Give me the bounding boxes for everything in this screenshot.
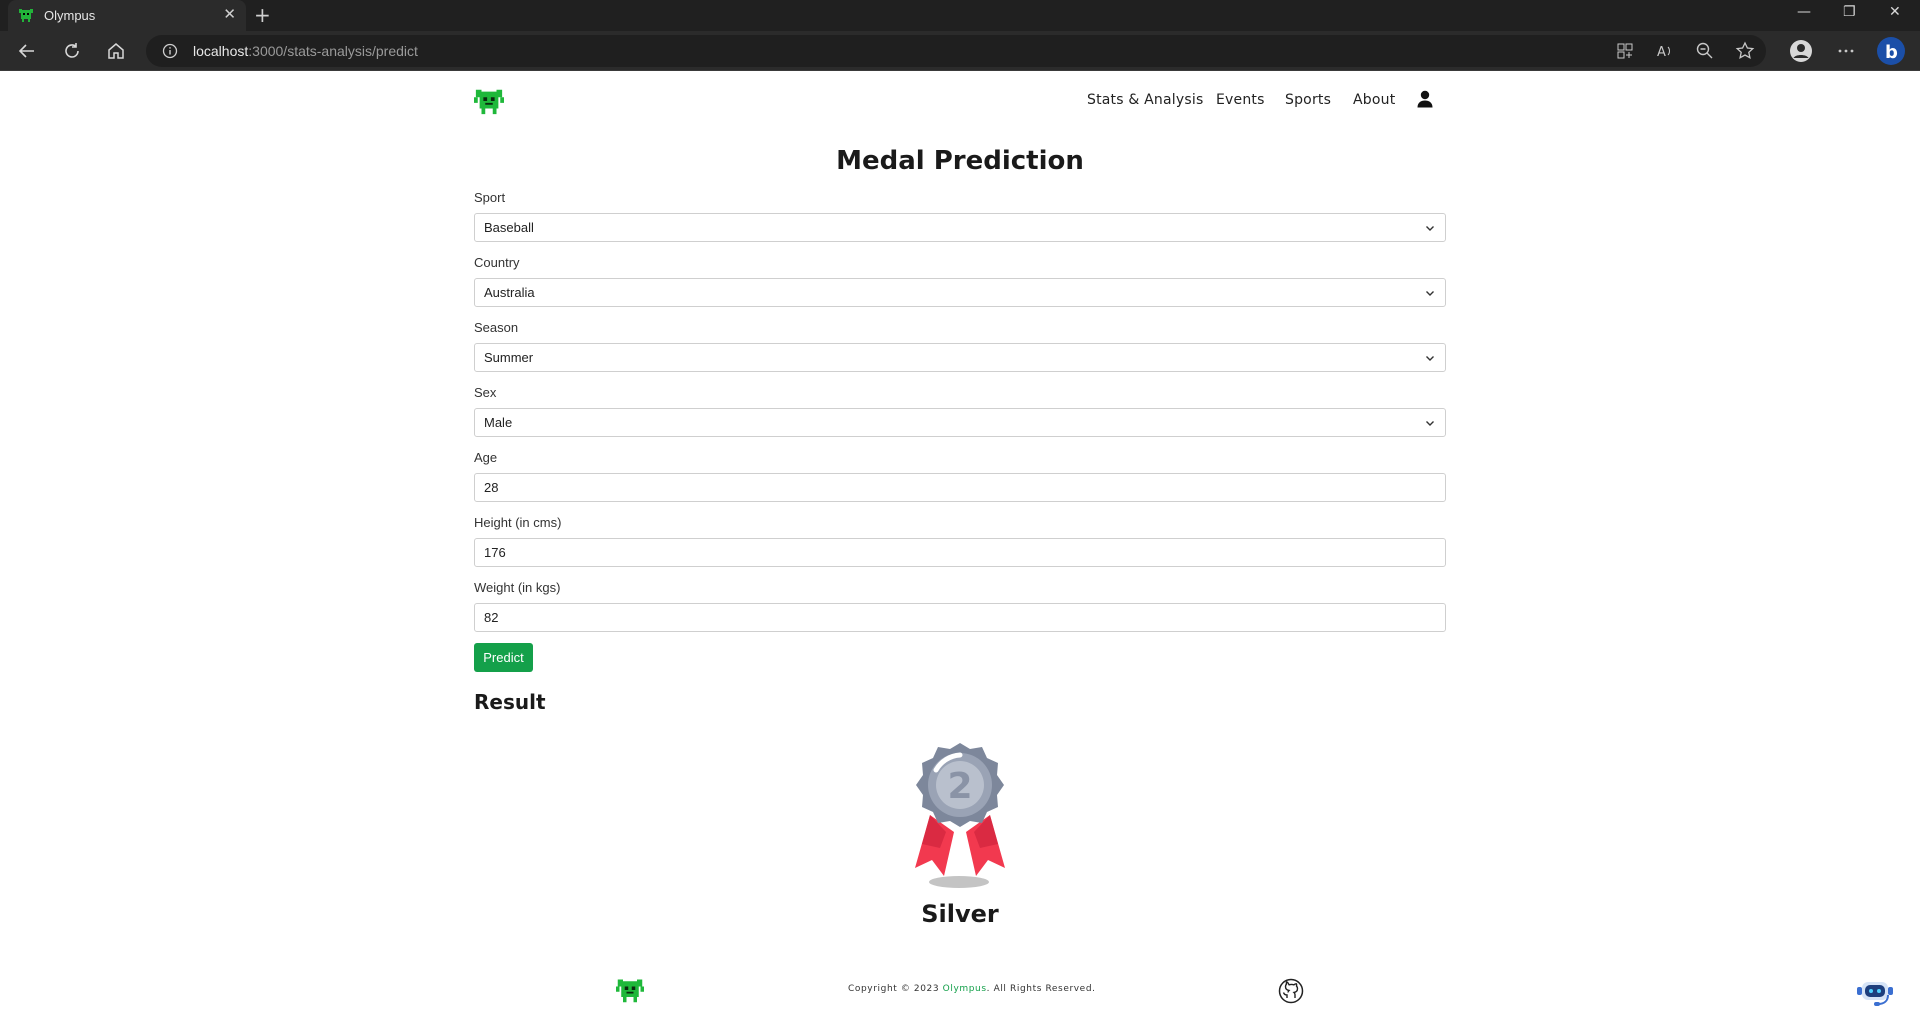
sex-label: Sex [474,385,497,400]
refresh-icon[interactable] [60,39,84,63]
chevron-down-icon [1426,226,1434,231]
weight-input[interactable]: 82 [474,603,1446,632]
page: Stats & Analysis Events Sports About Med… [0,72,1920,1032]
url-host: localhost [193,43,249,59]
sport-label: Sport [474,190,506,205]
age-label: Age [474,450,498,465]
tab-close-icon[interactable]: ✕ [223,5,236,23]
favorite-star-icon[interactable] [1735,41,1755,61]
country-value: Australia [484,285,535,300]
chevron-down-icon [1426,421,1434,426]
weight-label: Weight (in kgs) [474,580,561,595]
sex-value: Male [484,415,513,430]
result-heading: Result [474,690,546,714]
sex-select[interactable]: Male [474,408,1446,437]
chatbot-icon[interactable] [1856,976,1894,1010]
read-aloud-icon[interactable]: A [1655,41,1675,61]
country-label: Country [474,255,520,270]
predict-button[interactable]: Predict [474,643,533,672]
nav-about[interactable]: About [1353,92,1395,108]
home-icon[interactable] [104,39,128,63]
season-select[interactable]: Summer [474,343,1446,372]
season-value: Summer [484,350,534,365]
age-input[interactable]: 28 [474,473,1446,502]
svg-text:A: A [1657,45,1666,60]
country-select[interactable]: Australia [474,278,1446,307]
season-label: Season [474,320,519,335]
sport-select[interactable]: Baseball [474,213,1446,242]
url-text[interactable]: localhost:3000/stats-analysis/predict [193,43,418,59]
nav-events[interactable]: Events [1216,92,1265,108]
sport-value: Baseball [484,220,534,235]
silver-medal-icon: 2 [915,743,1005,888]
zoom-out-icon[interactable] [1695,41,1715,61]
svg-text:b: b [1885,42,1898,63]
medal-number: 2 [947,766,972,807]
restore-icon[interactable]: ❐ [1843,4,1856,20]
chevron-down-icon [1426,291,1434,296]
tab-title: Olympus [44,8,96,23]
close-window-icon[interactable]: ✕ [1889,4,1901,20]
profile-avatar-icon[interactable] [1789,39,1813,63]
height-input[interactable]: 176 [474,538,1446,567]
nav-stats-analysis[interactable]: Stats & Analysis [1087,92,1203,108]
weight-value: 82 [484,610,499,625]
footer-olympus-logo-icon[interactable] [616,976,644,1004]
github-icon[interactable] [1278,978,1304,1004]
minimize-icon[interactable]: — [1797,4,1811,20]
medal-name: Silver [921,900,999,928]
site-info-icon[interactable] [162,43,178,59]
height-label: Height (in cms) [474,515,562,530]
height-value: 176 [484,545,506,560]
app-available-icon[interactable] [1615,41,1635,61]
copyright-suffix: . All Rights Reserved. [986,984,1096,994]
olympus-logo-icon[interactable] [474,86,504,116]
chevron-down-icon [1426,356,1434,361]
new-tab-icon[interactable]: + [254,3,271,27]
address-bar[interactable]: localhost:3000/stats-analysis/predict [146,35,1766,67]
footer-brand-link[interactable]: Olympus [943,984,987,994]
age-value: 28 [484,480,499,495]
browser-tab-bar: Olympus ✕ + — ❐ ✕ [0,0,1920,31]
browser-toolbar: localhost:3000/stats-analysis/predict A … [0,31,1920,71]
more-options-icon[interactable] [1836,41,1856,61]
copilot-icon[interactable]: b [1876,36,1906,66]
page-title: Medal Prediction [836,146,1084,176]
copyright-prefix: Copyright © 2023 [848,984,943,994]
user-icon[interactable] [1417,90,1433,108]
footer-copyright: Copyright © 2023 Olympus. All Rights Res… [848,984,1096,994]
browser-tab[interactable]: Olympus ✕ [8,0,246,31]
back-icon[interactable] [15,39,39,63]
url-path: :3000/stats-analysis/predict [248,43,418,59]
olympus-favicon-icon [19,9,33,22]
nav-sports[interactable]: Sports [1285,92,1331,108]
